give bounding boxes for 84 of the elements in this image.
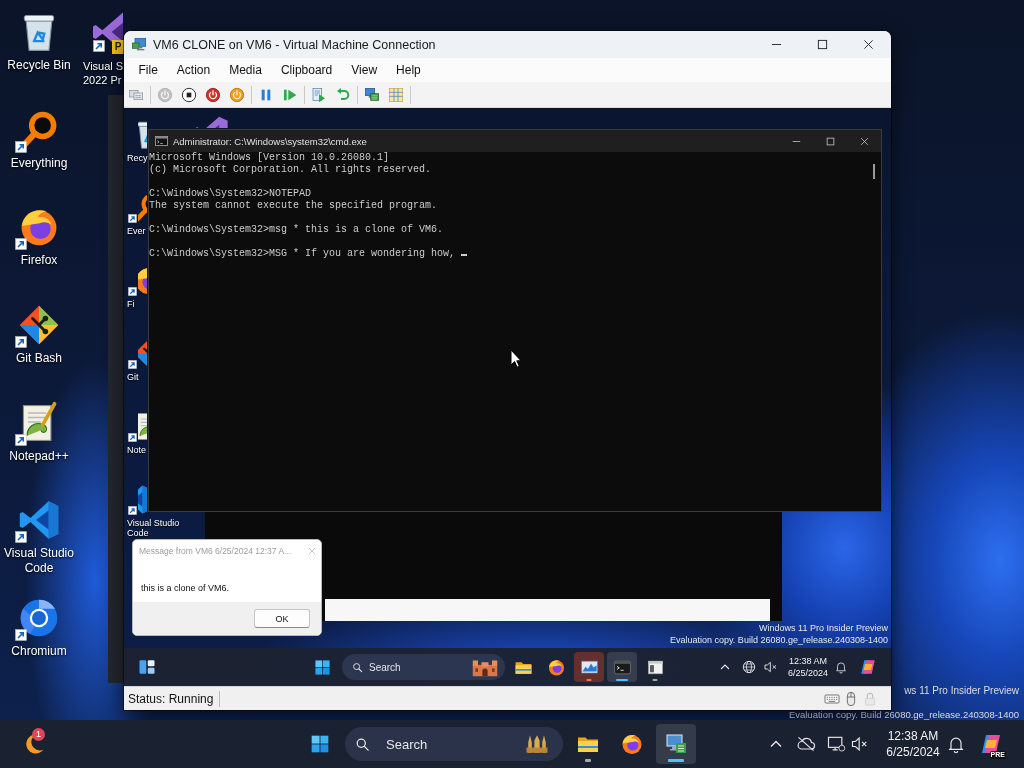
dialog-title: Message from VM6 6/25/2024 12:37 A... [139,545,292,556]
maximize-icon [825,136,835,146]
menu-item[interactable]: Help [386,59,431,81]
speaker-muted-icon[interactable] [763,659,779,675]
mouse-pointer-icon [510,349,522,368]
terminal-line: (c) Microsoft Corporation. All rights reserved. [149,164,432,175]
terminal-line: The system cannot execute the specified program. [149,200,438,211]
power-icon[interactable] [205,86,221,103]
watermark-text: Evaluation copy. Build 26080.ge_release.240308-1400 [670,634,888,646]
recycle-bin-icon[interactable] [138,118,147,151]
computer-icon [130,36,148,53]
computer-icon [664,732,688,756]
search-field[interactable]: Search [386,735,523,753]
clock-button[interactable]: 12:38 AM 6/25/2024 [785,655,831,679]
clock-button[interactable]: 12:38 AM 6/25/2024 [884,728,942,760]
running-indicator [668,759,684,762]
terminal-line: C:\Windows\System32>NOTEPAD [149,188,312,199]
watermark-text: Evaluation copy. Build 26080.ge_release.240308-1400 [788,710,1019,720]
search-field[interactable]: Search [369,660,471,674]
windows-logo-icon [313,658,331,676]
power-icon[interactable] [229,86,245,103]
cloud-off-icon[interactable] [796,734,816,754]
undo-icon[interactable] [335,86,351,103]
copilot-icon[interactable] [859,658,877,676]
search-icon [352,661,363,673]
taskbar-button[interactable] [574,652,604,682]
windows-logo-icon [310,734,330,754]
icon-label[interactable]: Recy [127,153,148,163]
terminal-line: C:\Windows\System32>msg * this is a clone of VM6. [149,224,444,235]
terminal-icon [155,136,168,146]
window-title: Administrator: C:\Windows\system32\cmd.exe [173,135,367,147]
close-icon [862,39,874,50]
speaker-muted-icon[interactable] [850,734,870,754]
menu-item[interactable]: Media [219,59,272,81]
icon-label[interactable]: Everything [0,155,78,171]
message-text: this is a clone of VM6. [141,583,230,593]
notification-badge: 1 [32,728,45,741]
document-play-icon[interactable] [311,86,327,103]
icon-label[interactable]: Git Bash [0,351,78,367]
browser-icon [620,732,644,756]
ok-button[interactable]: OK [254,609,310,628]
running-indicator [616,679,628,681]
running-indicator [652,679,658,681]
two-screens-icon[interactable] [364,86,380,103]
menu-item[interactable]: Action [167,59,220,81]
scrollbar[interactable] [873,164,875,179]
menu-item[interactable]: View [341,59,387,81]
icon-label[interactable]: Visual S 2022 Pr [83,59,124,87]
taskbar-button[interactable] [607,652,637,682]
copilot-icon[interactable] [979,732,1003,756]
icon-label[interactable]: Recycle Bin [0,58,78,73]
watermark-text: Windows 11 Pro Insider Preview [758,622,888,634]
terminal-line: Microsoft Windows [Version 10.0.26080.1] [149,152,390,163]
display-icon[interactable] [826,734,846,754]
icon-label[interactable]: Ever [127,226,146,236]
status-text: Status: Running [128,691,214,706]
icon-label[interactable]: Fi [127,299,135,309]
menu-item[interactable]: Clipboard [271,59,342,81]
close-icon [308,546,316,555]
search-bar[interactable]: Search [345,727,563,761]
browser-icon [546,657,566,677]
maximize-icon [816,39,828,50]
terminal-line: C:\Windows\System32>MSG * If you are wondering how, [149,248,456,259]
running-indicator [585,759,591,762]
preview-badge: P [112,40,124,54]
icon-label[interactable]: Firefox [0,253,78,269]
bell-icon[interactable] [834,660,848,674]
icon-label[interactable]: Chromium [0,644,78,660]
search-bar[interactable]: Search [342,654,505,680]
widgets-icon[interactable] [138,658,156,676]
search-icon [355,736,370,752]
icon-label[interactable]: Git [127,372,139,382]
close-icon [859,136,869,146]
grid-icon[interactable] [388,86,404,103]
icon-label[interactable]: Visual Studio Code [0,546,78,577]
stop-icon[interactable] [181,86,197,103]
menu-item[interactable]: File [129,59,168,81]
icon-label[interactable]: Notepad++ [0,448,78,464]
window-title: VM6 CLONE on VM6 - Virtual Machine Connection [153,37,436,52]
watermark-text: ws 11 Pro Insider Preview [904,685,1019,697]
globe-icon[interactable] [741,659,757,675]
running-indicator [586,679,592,681]
icon-label[interactable]: Note [127,445,146,455]
icon-label[interactable]: Visual Studio Code [127,518,183,538]
